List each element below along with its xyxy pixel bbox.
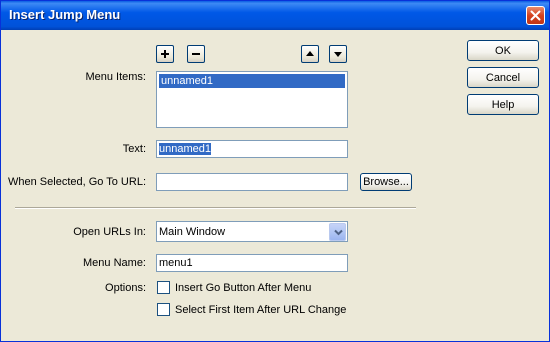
insert-go-button-checkbox[interactable] <box>157 281 170 294</box>
ok-button-label: OK <box>495 45 511 57</box>
move-down-button[interactable] <box>329 45 347 63</box>
select-first-item-checkbox[interactable] <box>157 303 170 316</box>
url-field[interactable] <box>156 173 348 191</box>
options-label: Options: <box>105 282 146 294</box>
open-urls-select[interactable]: Main Window <box>156 221 348 242</box>
browse-button-label: Browse... <box>363 176 409 188</box>
menu-name-label: Menu Name: <box>83 257 146 269</box>
add-item-button[interactable] <box>156 45 174 63</box>
close-icon <box>530 10 541 21</box>
list-item-label: unnamed1 <box>161 75 213 87</box>
menu-items-label: Menu Items: <box>85 71 146 83</box>
insert-jump-menu-dialog: Insert Jump Menu Menu Items: unnamed1 Te… <box>0 0 550 342</box>
menu-items-list[interactable]: unnamed1 <box>156 71 348 128</box>
close-button[interactable] <box>526 6 545 25</box>
browse-button[interactable]: Browse... <box>360 173 412 191</box>
cancel-button-label: Cancel <box>485 72 521 84</box>
insert-go-button-label[interactable]: Insert Go Button After Menu <box>175 282 311 294</box>
dialog-title: Insert Jump Menu <box>9 7 121 22</box>
up-triangle-icon <box>306 51 314 56</box>
text-field-value: unnamed1 <box>159 143 211 155</box>
chevron-down-icon <box>334 229 343 236</box>
menu-name-value: menu1 <box>159 257 193 269</box>
cancel-button[interactable]: Cancel <box>467 67 539 88</box>
dropdown-button[interactable] <box>329 223 346 241</box>
down-triangle-icon <box>334 52 342 57</box>
list-item[interactable]: unnamed1 <box>159 74 345 88</box>
title-bar[interactable]: Insert Jump Menu <box>1 1 549 30</box>
menu-name-field[interactable]: menu1 <box>156 254 348 272</box>
ok-button[interactable]: OK <box>467 40 539 61</box>
separator <box>15 207 416 209</box>
remove-item-button[interactable] <box>187 45 205 63</box>
move-up-button[interactable] <box>301 45 319 63</box>
open-urls-label: Open URLs In: <box>73 226 146 238</box>
plus-icon <box>161 50 169 58</box>
help-button-label: Help <box>491 99 515 111</box>
help-button[interactable]: Help <box>467 94 539 115</box>
url-label: When Selected, Go To URL: <box>8 176 146 188</box>
minus-icon <box>192 53 200 55</box>
text-field[interactable]: unnamed1 <box>156 140 348 158</box>
text-label: Text: <box>122 143 146 155</box>
open-urls-value: Main Window <box>159 226 226 238</box>
select-first-item-label[interactable]: Select First Item After URL Change <box>175 304 346 316</box>
